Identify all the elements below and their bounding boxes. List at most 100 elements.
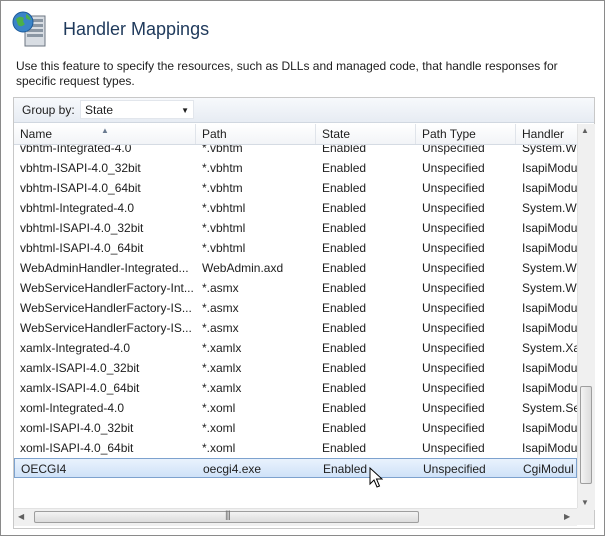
cell-name: xamlx-ISAPI-4.0_32bit: [20, 361, 140, 375]
cell-path: *.asmx: [202, 321, 239, 335]
cell-handler: IsapiModu: [522, 421, 577, 435]
scroll-left-icon[interactable]: ◀: [18, 512, 24, 521]
cell-state: Enabled: [322, 361, 367, 375]
table-row[interactable]: xamlx-ISAPI-4.0_64bit *.xamlx Enabled Unspe…: [14, 378, 577, 398]
table-row[interactable]: xamlx-Integrated-4.0 *.xamlx Enabled Unspec…: [14, 338, 577, 358]
cell-handler: System.We: [522, 261, 577, 275]
cell-name: WebAdminHandler-Integrated...: [20, 261, 189, 275]
dropdown-arrow-icon: ▼: [181, 106, 189, 115]
table-row[interactable]: vbhtm-Integrated-4.0 *.vbhtm Enabled Unspec…: [14, 145, 577, 158]
cell-handler: System.Se: [522, 401, 577, 415]
table-row[interactable]: vbhtml-Integrated-4.0 *.vbhtml Enabled Unsp…: [14, 198, 577, 218]
cell-path-type: Unspecified: [422, 241, 485, 255]
cell-state: Enabled: [322, 241, 367, 255]
cell-name: xamlx-ISAPI-4.0_64bit: [20, 381, 140, 395]
handler-table-body: vbhtm-Integrated-4.0 *.vbhtm Enabled Unspec…: [14, 145, 577, 495]
cell-state: Enabled: [322, 441, 367, 455]
cell-state: Enabled: [322, 145, 367, 155]
column-header-handler[interactable]: Handler: [516, 124, 577, 144]
cell-state: Enabled: [322, 161, 367, 175]
cell-name: xoml-Integrated-4.0: [20, 401, 125, 415]
cell-name: vbhtm-ISAPI-4.0_64bit: [20, 181, 141, 195]
table-row[interactable]: vbhtm-ISAPI-4.0_64bit *.vbhtm Enabled Unspe…: [14, 178, 577, 198]
cell-path: *.xoml: [202, 401, 236, 415]
feature-header: Handler Mappings: [11, 9, 209, 49]
cell-path: *.vbhtm: [202, 161, 243, 175]
cell-path: *.xamlx: [202, 381, 242, 395]
scroll-up-icon[interactable]: ▲: [581, 126, 589, 135]
cell-name: vbhtml-ISAPI-4.0_64bit: [20, 241, 144, 255]
cell-path-type: Unspecified: [422, 421, 485, 435]
group-by-label: Group by:: [22, 103, 75, 117]
cell-path: *.vbhtml: [202, 221, 246, 235]
cell-path-type: Unspecified: [422, 281, 485, 295]
column-header-label: Name: [20, 127, 53, 141]
cell-state: Enabled: [322, 421, 367, 435]
cell-name: vbhtm-ISAPI-4.0_32bit: [20, 161, 141, 175]
cell-name: vbhtml-Integrated-4.0: [20, 201, 135, 215]
table-row[interactable]: vbhtm-ISAPI-4.0_32bit *.vbhtm Enabled Unspe…: [14, 158, 577, 178]
table-row[interactable]: vbhtml-ISAPI-4.0_32bit *.vbhtml Enabled Uns…: [14, 218, 577, 238]
handler-mappings-pane: Handler Mappings Use this feature to spe…: [0, 0, 605, 536]
scroll-right-icon[interactable]: ▶: [564, 512, 570, 521]
cell-path-type: Unspecified: [422, 321, 485, 335]
table-row[interactable]: vbhtml-ISAPI-4.0_64bit *.vbhtml Enabled Uns…: [14, 238, 577, 258]
sort-ascending-icon: ▲: [101, 126, 109, 135]
cell-name: xoml-ISAPI-4.0_64bit: [20, 441, 134, 455]
table-row[interactable]: xoml-ISAPI-4.0_64bit *.xoml Enabled Unspeci…: [14, 438, 577, 458]
cell-handler: IsapiModu: [522, 181, 577, 195]
cell-state: Enabled: [322, 401, 367, 415]
scroll-grip-icon: |||: [225, 510, 231, 521]
cell-path: WebAdmin.axd: [202, 261, 284, 275]
table-row[interactable]: xoml-ISAPI-4.0_32bit *.xoml Enabled Unspeci…: [14, 418, 577, 438]
column-header-path-type[interactable]: Path Type: [416, 124, 516, 144]
cell-path-type: Unspecified: [422, 161, 485, 175]
cell-path: oecgi4.exe: [203, 462, 262, 476]
scrollbar-corner: [577, 508, 594, 525]
cell-path-type: Unspecified: [422, 221, 485, 235]
table-row[interactable]: WebServiceHandlerFactory-Int... *.asmx Ena…: [14, 278, 577, 298]
cell-handler: System.We: [522, 145, 577, 155]
cell-name: vbhtm-Integrated-4.0: [20, 145, 132, 155]
cell-handler: CgiModul: [523, 462, 574, 476]
table-row[interactable]: WebServiceHandlerFactory-IS... *.asmx Enab…: [14, 318, 577, 338]
group-by-toolbar: Group by: State ▼: [14, 98, 594, 123]
group-by-value: State: [85, 103, 114, 117]
cell-path: *.xoml: [202, 441, 236, 455]
cell-handler: IsapiModu: [522, 321, 577, 335]
column-header-label: Path Type: [422, 127, 476, 141]
table-row[interactable]: xamlx-ISAPI-4.0_32bit *.xamlx Enabled Unspe…: [14, 358, 577, 378]
horizontal-scrollbar[interactable]: ◀ ||| ▶: [14, 508, 577, 526]
cell-path-type: Unspecified: [422, 361, 485, 375]
cell-path-type: Unspecified: [422, 145, 485, 155]
group-by-dropdown[interactable]: State ▼: [80, 100, 194, 119]
column-header-name[interactable]: ▲ Name: [14, 124, 196, 144]
mouse-cursor-icon: [369, 466, 384, 494]
scroll-down-icon[interactable]: ▼: [581, 498, 589, 507]
cell-handler: IsapiModu: [522, 161, 577, 175]
cell-path: *.xoml: [202, 421, 236, 435]
cell-path: *.vbhtml: [202, 201, 246, 215]
column-header-label: Handler: [522, 127, 565, 141]
cell-handler: System.We: [522, 281, 577, 295]
cell-state: Enabled: [322, 321, 367, 335]
cell-handler: IsapiModu: [522, 361, 577, 375]
cell-path-type: Unspecified: [423, 462, 486, 476]
cell-handler: System.Xa: [522, 341, 577, 355]
column-header-state[interactable]: State: [316, 124, 416, 144]
cell-handler: IsapiModu: [522, 221, 577, 235]
vertical-scroll-thumb[interactable]: [580, 386, 592, 484]
cell-path: *.vbhtm: [202, 181, 243, 195]
table-row-selected[interactable]: OECGI4 oecgi4.exe Enabled Unspecified CgiMod…: [14, 458, 577, 478]
vertical-scrollbar[interactable]: ▲ ▼: [577, 124, 595, 510]
cell-name: xoml-ISAPI-4.0_32bit: [20, 421, 134, 435]
column-header-label: Path: [202, 127, 227, 141]
cell-path-type: Unspecified: [422, 441, 485, 455]
table-row[interactable]: WebServiceHandlerFactory-IS... *.asmx Enab…: [14, 298, 577, 318]
cell-state: Enabled: [322, 181, 367, 195]
table-row[interactable]: WebAdminHandler-Integrated... WebAdmin.ax…: [14, 258, 577, 278]
table-row[interactable]: xoml-Integrated-4.0 *.xoml Enabled Unspecif…: [14, 398, 577, 418]
column-header-path[interactable]: Path: [196, 124, 316, 144]
cell-state: Enabled: [322, 381, 367, 395]
horizontal-scroll-thumb[interactable]: |||: [34, 510, 419, 523]
